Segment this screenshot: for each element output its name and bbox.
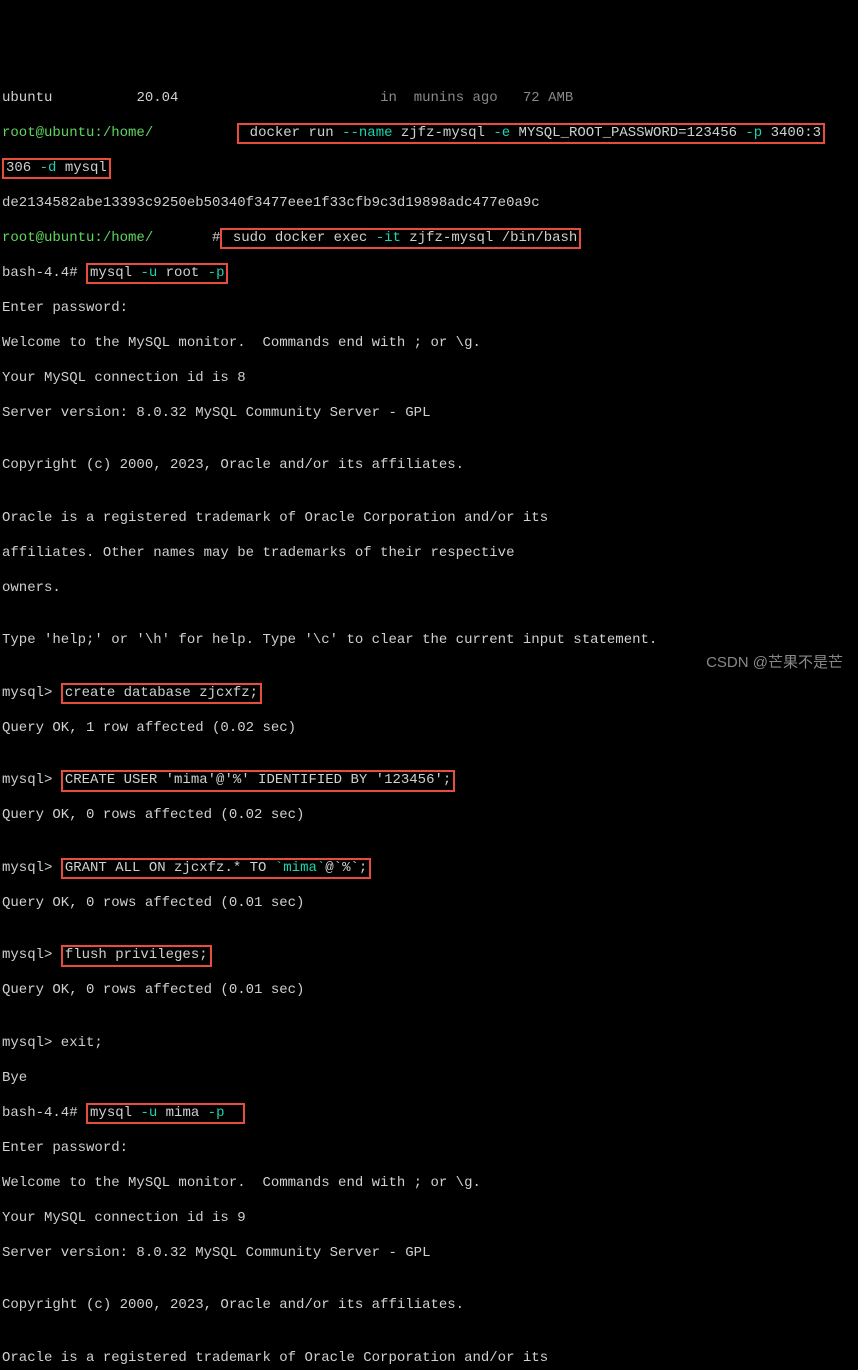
mysql-prompt: mysql> xyxy=(2,947,61,963)
prompt-text: root@ubuntu:/home/ xyxy=(2,125,153,141)
mysql-prompt: mysql> xyxy=(2,685,61,701)
terminal-output: ubuntu 20.04 in munins ago 72 AMB root@u… xyxy=(2,72,856,1370)
output-line: Copyright (c) 2000, 2023, Oracle and/or … xyxy=(2,457,856,475)
host-text: ubuntu xyxy=(2,90,52,106)
output-line: Query OK, 0 rows affected (0.01 sec) xyxy=(2,895,856,913)
highlighted-command: 306 -d mysql xyxy=(2,158,111,180)
highlighted-command: mysql -u root -p xyxy=(86,263,228,285)
output-line: Server version: 8.0.32 MySQL Community S… xyxy=(2,405,856,423)
output-line: Bye xyxy=(2,1070,856,1088)
output-line: Copyright (c) 2000, 2023, Oracle and/or … xyxy=(2,1297,856,1315)
highlighted-command: GRANT ALL ON zjcxfz.* TO `mima`@`%`; xyxy=(61,858,371,880)
highlighted-command: sudo docker exec -it zjfz-mysql /bin/bas… xyxy=(220,228,581,250)
output-line: affiliates. Other names may be trademark… xyxy=(2,545,856,563)
prompt-text: root@ubuntu:/home/ xyxy=(2,230,153,246)
blurred-text xyxy=(153,125,220,143)
output-line: Enter password: xyxy=(2,300,856,318)
output-line: de2134582abe13393c9250eb50340f3477eee1f3… xyxy=(2,195,856,213)
output-line: Query OK, 0 rows affected (0.02 sec) xyxy=(2,807,856,825)
output-line: Type 'help;' or '\h' for help. Type '\c'… xyxy=(2,632,856,650)
output-line: Welcome to the MySQL monitor. Commands e… xyxy=(2,1175,856,1193)
prompt-text: bash-4.4# xyxy=(2,1105,86,1121)
output-line: Oracle is a registered trademark of Orac… xyxy=(2,510,856,528)
output-line: owners. xyxy=(2,580,856,598)
output-line: Server version: 8.0.32 MySQL Community S… xyxy=(2,1245,856,1263)
output-line: mysql> exit; xyxy=(2,1035,856,1053)
mysql-prompt: mysql> xyxy=(2,860,61,876)
highlighted-command: CREATE USER 'mima'@'%' IDENTIFIED BY '12… xyxy=(61,770,455,792)
highlighted-command: flush privileges; xyxy=(61,945,212,967)
blurred-text xyxy=(153,230,212,248)
prompt-text: bash-4.4# xyxy=(2,265,86,281)
output-line: Enter password: xyxy=(2,1140,856,1158)
output-line: Query OK, 1 row affected (0.02 sec) xyxy=(2,720,856,738)
output-line: Query OK, 0 rows affected (0.01 sec) xyxy=(2,982,856,1000)
watermark-text: CSDN @芒果不是芒 xyxy=(706,654,843,673)
output-line: Your MySQL connection id is 8 xyxy=(2,370,856,388)
output-line: Your MySQL connection id is 9 xyxy=(2,1210,856,1228)
highlighted-command: mysql -u mima -p xyxy=(86,1103,245,1125)
output-line: Oracle is a registered trademark of Orac… xyxy=(2,1350,856,1368)
output-line: Welcome to the MySQL monitor. Commands e… xyxy=(2,335,856,353)
mysql-prompt: mysql> xyxy=(2,772,61,788)
highlighted-command: create database zjcxfz; xyxy=(61,683,262,705)
highlighted-command: docker run --name zjfz-mysql -e MYSQL_RO… xyxy=(237,123,825,145)
